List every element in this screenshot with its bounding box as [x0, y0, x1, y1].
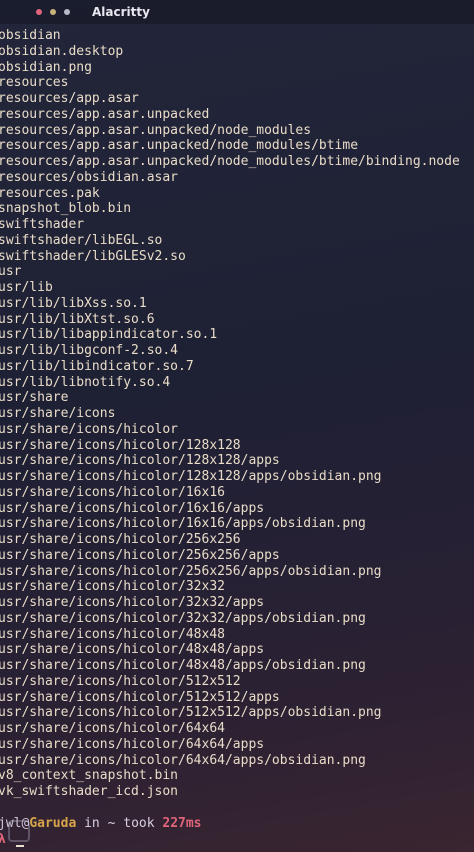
output-line: usr/share/icons/hicolor — [0, 421, 179, 437]
terminal-area[interactable]: obsidian obsidian.desktop obsidian.png reso… — [0, 24, 474, 848]
output-line: usr/share/icons/hicolor/32x32/apps — [0, 595, 265, 610]
output-line: swiftshader/libEGL.so — [0, 232, 163, 248]
output-line: usr/share/icons/hicolor/64x64/apps — [0, 736, 265, 752]
output-line: usr/share/icons/hicolor/16x16/apps — [0, 500, 265, 516]
app-logo-icon — [8, 820, 30, 842]
output-line: swiftshader — [0, 217, 85, 232]
output-line: usr/lib/libgconf-2.so.4 — [0, 343, 179, 358]
output-line: obsidian.desktop — [0, 43, 124, 59]
output-line: snapshot_blob.bin — [0, 201, 132, 217]
output-line: resources/app.asar.unpacked/node_modules — [0, 122, 312, 138]
output-line: usr/share/icons/hicolor/32x32/apps/obsid… — [0, 610, 366, 626]
prompt-text: in ~ took — [76, 815, 163, 831]
output-line: usr/share/icons/hicolor/32x32 — [0, 579, 225, 595]
output-line: usr/share/icons — [0, 406, 116, 421]
output-line: usr/share/icons/hicolor/64x64/apps/obsid… — [0, 752, 366, 768]
output-line: vk_swiftshader_icd.json — [0, 784, 179, 799]
output-line: usr/share/icons/hicolor/64x64 — [0, 721, 225, 736]
output-line: usr — [0, 264, 22, 280]
output-line: resources/app.asar.unpacked/node_modules… — [0, 138, 359, 154]
output-line: usr/share/icons/hicolor/16x16 — [0, 484, 225, 500]
output-line: usr/lib/libXtst.so.6 — [0, 311, 155, 327]
prompt-symbol: λ — [0, 831, 6, 847]
prompt-duration: 227ms — [162, 815, 202, 831]
output-line: usr/lib/libXss.so.1 — [0, 295, 147, 311]
input-line[interactable]: λ — [0, 832, 474, 848]
output-line: usr/share/icons/hicolor/128x128 — [0, 437, 241, 453]
terminal-output: obsidian obsidian.desktop obsidian.png reso… — [0, 28, 474, 800]
output-line: resources/app.asar.unpacked/node_modules… — [0, 154, 460, 169]
window-title: Alacritty — [92, 5, 150, 19]
output-line: resources — [0, 75, 69, 91]
output-line: usr/lib — [0, 280, 53, 295]
output-line: v8_context_snapshot.bin — [0, 768, 179, 784]
output-line: usr/share/icons/hicolor/256x256/apps — [0, 547, 280, 563]
minimize-button[interactable] — [50, 9, 56, 15]
output-line: swiftshader/libGLESv2.so — [0, 248, 186, 264]
output-line: usr/share/icons/hicolor/512x512/apps/obs… — [0, 705, 382, 721]
text-cursor — [15, 844, 24, 847]
output-line: resources/obsidian.asar — [0, 169, 179, 185]
output-line: usr/share/icons/hicolor/16x16/apps/obsid… — [0, 516, 366, 532]
output-line: usr/share/icons/hicolor/128x128/apps/obs… — [0, 469, 382, 484]
output-line: usr/share/icons/hicolor/256x256/apps/obs… — [0, 563, 382, 579]
output-line: usr/share/icons/hicolor/48x48/apps — [0, 642, 265, 658]
output-line: obsidian — [0, 28, 61, 43]
output-line: usr/lib/libnotify.so.4 — [0, 374, 171, 390]
output-line: usr/share/icons/hicolor/48x48 — [0, 626, 225, 642]
output-line: usr/share/icons/hicolor/512x512/apps — [0, 689, 280, 705]
output-line: usr/share/icons/hicolor/128x128/apps — [0, 453, 280, 469]
output-line: resources.pak — [0, 185, 100, 201]
output-line: usr/share — [0, 390, 69, 406]
prompt-line: jwl @ Garuda in ~ took 227ms — [0, 816, 474, 832]
output-line: usr/lib/libappindicator.so.1 — [0, 327, 218, 343]
output-line: usr/share/icons/hicolor/256x256 — [0, 532, 241, 547]
output-line: usr/share/icons/hicolor/512x512 — [0, 673, 241, 689]
output-line: resources/app.asar.unpacked — [0, 106, 210, 122]
maximize-button[interactable] — [64, 9, 70, 15]
output-line: usr/lib/libindicator.so.7 — [0, 358, 194, 374]
output-line: resources/app.asar — [0, 91, 139, 106]
title-bar: Alacritty — [0, 0, 474, 24]
output-line: obsidian.png — [0, 59, 92, 75]
prompt-host: Garuda — [29, 815, 77, 831]
output-line: usr/share/icons/hicolor/48x48/apps/obsid… — [0, 658, 366, 673]
close-button[interactable] — [36, 9, 42, 15]
